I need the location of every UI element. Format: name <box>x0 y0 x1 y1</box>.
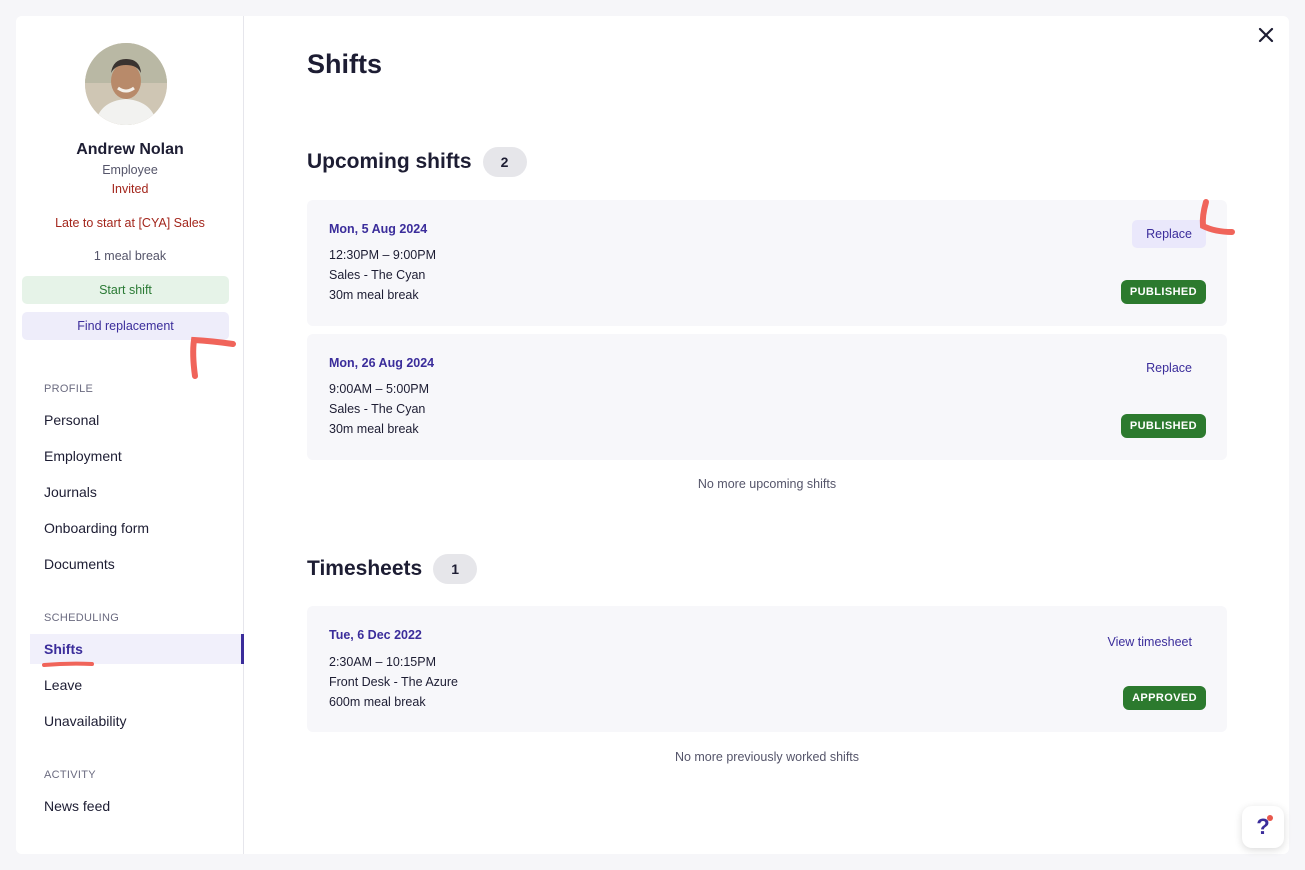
replace-button[interactable]: Replace <box>1132 220 1206 248</box>
view-timesheet-button[interactable]: View timesheet <box>1093 628 1206 656</box>
shift-date: Mon, 26 Aug 2024 <box>329 356 435 370</box>
sidebar-item-shifts[interactable]: Shifts <box>30 634 244 664</box>
timesheet-date: Tue, 6 Dec 2022 <box>329 628 422 642</box>
shift-date: Mon, 5 Aug 2024 <box>329 222 428 236</box>
status-badge: PUBLISHED <box>1120 414 1206 438</box>
timesheet-break: 600m meal break <box>329 695 426 709</box>
avatar <box>85 43 167 125</box>
sidebar-item-news-feed[interactable]: News feed <box>30 791 244 821</box>
shift-card: Mon, 5 Aug 2024 12:30PM – 9:00PM Sales -… <box>307 200 1227 326</box>
close-icon <box>1258 27 1274 43</box>
main-content: Shifts Upcoming shifts 2 Mon, 5 Aug 2024… <box>244 16 1289 854</box>
section-label-activity: ACTIVITY <box>44 769 96 781</box>
shift-break: 30m meal break <box>329 288 419 302</box>
employee-status: Invited <box>111 182 149 196</box>
employee-modal: Andrew Nolan Employee Invited Late to st… <box>16 16 1289 854</box>
timesheet-time: 2:30AM – 10:15PM <box>329 655 437 669</box>
shift-time: 9:00AM – 5:00PM <box>329 382 430 396</box>
section-label-profile: PROFILE <box>44 383 94 395</box>
shift-location: Sales - The Cyan <box>329 402 426 416</box>
meal-break-count: 1 meal break <box>93 249 167 263</box>
start-shift-button[interactable]: Start shift <box>22 276 229 304</box>
sidebar-item-leave[interactable]: Leave <box>30 670 244 700</box>
timesheets-title: Timesheets <box>307 557 423 580</box>
notification-dot <box>1267 815 1273 821</box>
employee-name: Andrew Nolan <box>76 141 184 158</box>
shift-card: Mon, 26 Aug 2024 9:00AM – 5:00PM Sales -… <box>307 334 1227 460</box>
timesheet-location: Front Desk - The Azure <box>329 675 458 689</box>
timesheet-card: Tue, 6 Dec 2022 2:30AM – 10:15PM Front D… <box>307 606 1227 732</box>
status-badge: APPROVED <box>1123 686 1206 710</box>
sidebar-item-personal[interactable]: Personal <box>30 405 244 435</box>
upcoming-empty-note: No more upcoming shifts <box>697 477 837 491</box>
sidebar-item-documents[interactable]: Documents <box>30 549 244 579</box>
sidebar-item-unavailability[interactable]: Unavailability <box>30 706 244 736</box>
profile-sidebar: Andrew Nolan Employee Invited Late to st… <box>16 16 244 854</box>
upcoming-shifts-title: Upcoming shifts <box>307 150 472 173</box>
page-title: Shifts <box>307 49 383 79</box>
status-badge: PUBLISHED <box>1120 280 1206 304</box>
sidebar-item-onboarding-form[interactable]: Onboarding form <box>30 513 244 543</box>
section-label-scheduling: SCHEDULING <box>44 612 120 624</box>
late-notice: Late to start at [CYA] Sales <box>55 216 205 230</box>
timesheets-header: Timesheets 1 <box>307 554 478 584</box>
find-replacement-button[interactable]: Find replacement <box>22 312 229 340</box>
upcoming-shifts-header: Upcoming shifts 2 <box>307 147 527 177</box>
close-button[interactable] <box>1252 21 1280 49</box>
shift-break: 30m meal break <box>329 422 419 436</box>
shift-location: Sales - The Cyan <box>329 268 426 282</box>
sidebar-item-journals[interactable]: Journals <box>30 477 244 507</box>
timesheets-count: 1 <box>433 554 478 584</box>
employee-role: Employee <box>102 163 158 177</box>
replace-button[interactable]: Replace <box>1132 354 1206 382</box>
shift-time: 12:30PM – 9:00PM <box>329 248 437 262</box>
upcoming-shifts-count: 2 <box>482 147 527 177</box>
sidebar-item-employment[interactable]: Employment <box>30 441 244 471</box>
timesheets-empty-note: No more previously worked shifts <box>674 750 860 764</box>
help-button[interactable]: ? <box>1242 806 1284 848</box>
